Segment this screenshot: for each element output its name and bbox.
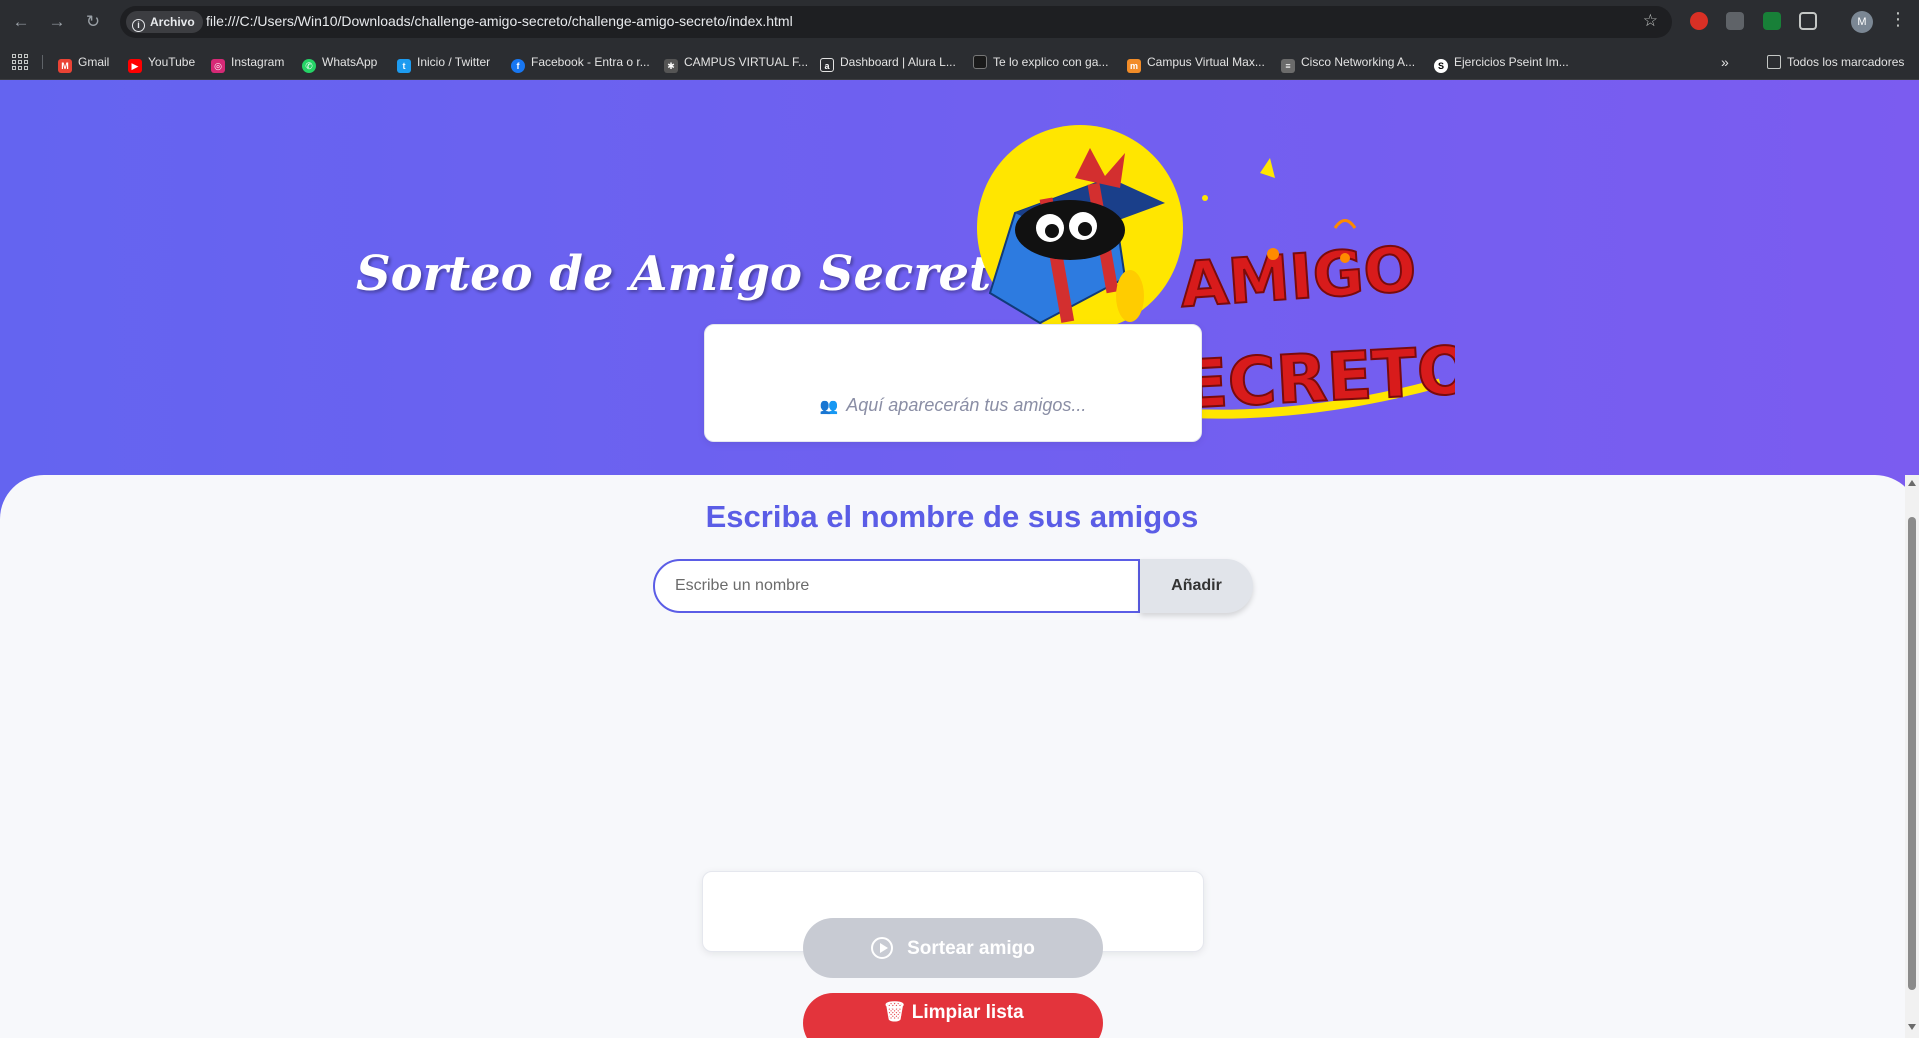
instagram-icon: ◎ xyxy=(211,59,225,73)
forward-icon[interactable]: → xyxy=(45,10,69,34)
logo-confetti-3 xyxy=(1260,158,1275,178)
back-icon[interactable]: ← xyxy=(9,10,33,34)
bookmark-alura[interactable]: a Dashboard | Alura L... xyxy=(820,53,956,72)
add-friend-form: Añadir xyxy=(653,559,1253,613)
info-icon: i xyxy=(132,19,145,32)
logo-confetti-4 xyxy=(1202,195,1208,201)
reload-icon[interactable]: ↻ xyxy=(81,10,105,34)
bookmark-cisco[interactable]: ≡ Cisco Networking A... xyxy=(1281,53,1415,73)
bookmark-gmail[interactable]: M Gmail xyxy=(58,53,109,73)
logo-text-amigo: AMIGO xyxy=(1178,232,1419,321)
empty-list-message: 👥 Aquí aparecerán tus amigos... xyxy=(819,395,1087,415)
extension-grey-icon[interactable] xyxy=(1726,12,1744,30)
logo-pupil-right xyxy=(1078,222,1092,236)
trash-icon: 🗑 xyxy=(882,1002,912,1023)
page-viewport: Sorteo de Amigo Secreto AMIGO SECRETO Es… xyxy=(0,80,1919,1038)
maxi-icon: m xyxy=(1127,59,1141,73)
bookmark-instagram[interactable]: ◎ Instagram xyxy=(211,53,284,73)
bookmarks-overflow-icon[interactable]: » xyxy=(1721,53,1729,71)
bookmark-pseint[interactable]: S Ejercicios Pseint Im... xyxy=(1434,53,1569,73)
scroll-up-icon[interactable] xyxy=(1908,480,1916,486)
friends-list: 👥 Aquí aparecerán tus amigos... xyxy=(704,324,1202,442)
facebook-icon: f xyxy=(511,59,525,73)
logo-confetti xyxy=(1267,248,1279,260)
all-bookmarks-folder[interactable]: Todos los marcadores xyxy=(1767,53,1904,71)
site-info-chip[interactable]: i Archivo xyxy=(126,11,203,33)
clear-list-button[interactable]: 🗑 Limpiar lista xyxy=(803,993,1103,1038)
add-button[interactable]: Añadir xyxy=(1140,559,1253,613)
logo-pupil-left xyxy=(1045,224,1059,238)
play-icon xyxy=(871,936,894,959)
scroll-down-icon[interactable] xyxy=(1908,1024,1916,1030)
bookmark-campus-maxi[interactable]: m Campus Virtual Max... xyxy=(1127,53,1265,73)
bookmark-facebook[interactable]: f Facebook - Entra o r... xyxy=(511,53,650,73)
address-bar[interactable]: i Archivo file:///C:/Users/Win10/Download… xyxy=(120,6,1672,38)
profile-avatar[interactable]: M xyxy=(1851,11,1873,33)
page-scrollbar[interactable] xyxy=(1905,475,1919,1038)
bookmark-star-icon[interactable]: ☆ xyxy=(1643,11,1658,31)
alura-icon: a xyxy=(820,58,834,72)
youtube-icon: ▶ xyxy=(128,59,142,73)
twitter-icon: t xyxy=(397,59,411,73)
extension-green-icon[interactable] xyxy=(1763,12,1781,30)
campus-icon: ✱ xyxy=(664,59,678,73)
logo-confetti-2 xyxy=(1340,253,1350,263)
folder-outline-icon xyxy=(1767,55,1781,69)
bookmark-campus-virtual[interactable]: ✱ CAMPUS VIRTUAL F... xyxy=(664,53,808,73)
bookmark-youtube[interactable]: ▶ YouTube xyxy=(128,53,195,73)
pseint-icon: S xyxy=(1434,59,1448,73)
extensions-puzzle-icon[interactable] xyxy=(1799,12,1817,30)
logo-thumb xyxy=(1116,270,1144,322)
draw-friend-button[interactable]: Sortear amigo xyxy=(803,918,1103,978)
gmail-icon: M xyxy=(58,59,72,73)
url-text[interactable]: file:///C:/Users/Win10/Downloads/challen… xyxy=(206,13,793,29)
whatsapp-icon: ✆ xyxy=(302,59,316,73)
bookmark-whatsapp[interactable]: ✆ WhatsApp xyxy=(302,53,377,73)
extension-red-icon[interactable] xyxy=(1690,12,1708,30)
people-icon: 👥 xyxy=(819,398,839,415)
bookmark-twitter[interactable]: t Inicio / Twitter xyxy=(397,53,490,73)
folder-icon xyxy=(973,55,987,69)
browser-menu-icon[interactable]: ⋮ xyxy=(1889,9,1907,30)
bookmarks-bar: M Gmail ▶ YouTube ◎ Instagram ✆ WhatsApp t In… xyxy=(0,44,1919,80)
scroll-thumb[interactable] xyxy=(1908,517,1916,990)
section-title: Escriba el nombre de sus amigos xyxy=(705,499,1199,534)
cisco-icon: ≡ xyxy=(1281,59,1295,73)
apps-grid-icon[interactable] xyxy=(12,54,28,70)
friend-name-input[interactable] xyxy=(653,559,1140,613)
hero-title: Sorteo de Amigo Secreto xyxy=(356,246,1024,302)
bookmark-te-lo-explico[interactable]: Te lo explico con ga... xyxy=(973,53,1108,71)
browser-toolbar: ← → ↻ i Archivo file:///C:/Users/Win10/Do… xyxy=(0,0,1919,44)
logo-streamer xyxy=(1333,219,1357,229)
bookmarks-separator xyxy=(42,55,43,69)
